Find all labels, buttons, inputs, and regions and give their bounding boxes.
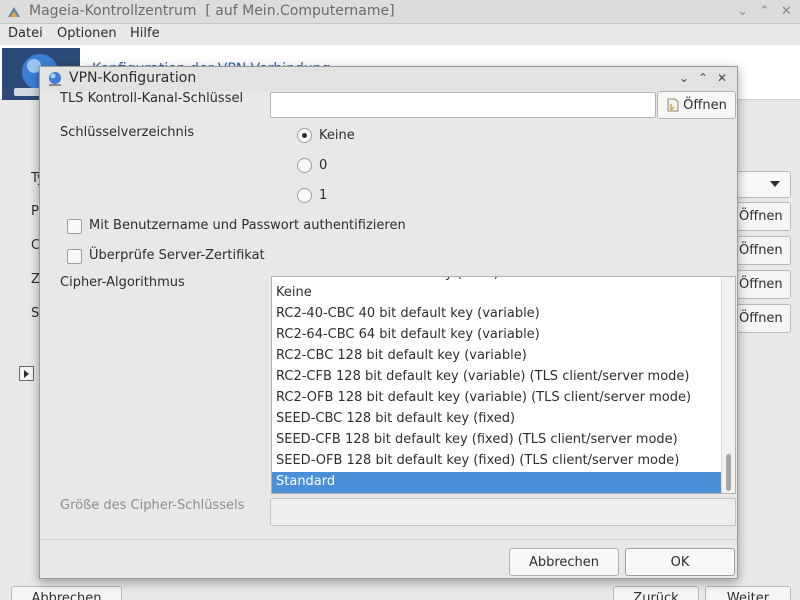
key-dir-radio-0[interactable] [297,158,312,173]
list-item[interactable]: RC2-CFB 128 bit default key (variable) (… [272,367,722,388]
list-item[interactable]: SEED-CFB 128 bit default key (fixed) (TL… [272,430,722,451]
dialog-title: VPN-Konfiguration [69,70,197,86]
list-item-selected[interactable]: Standard [272,472,722,493]
key-dir-option-0: 0 [319,158,328,173]
auth-checkbox-label[interactable]: Mit Benutzername und Passwort authentifi… [89,218,406,233]
cipher-listbox[interactable]: DES-OFB 64 bit default key (fixed) Keine… [271,276,736,494]
close-icon[interactable]: ✕ [779,4,794,19]
main-back-button[interactable]: Zurück [613,586,699,600]
dialog-close-icon[interactable]: ✕ [715,71,729,85]
list-item[interactable]: SEED-CBC 128 bit default key (fixed) [272,409,722,430]
cipher-list-viewport: DES-OFB 64 bit default key (fixed) Keine… [272,277,722,493]
list-item[interactable]: RC2-CBC 128 bit default key (variable) [272,346,722,367]
key-dir-option-keine: Keine [319,128,355,143]
tls-key-input[interactable] [271,93,655,117]
vpn-config-dialog: VPN-Konfiguration ⌄ ⌃ ✕ TLS Kontroll-Kan… [39,66,738,579]
key-size-input [271,499,735,525]
cipher-label: Cipher-Algorithmus [60,275,185,290]
expander-arrow-icon[interactable] [19,366,34,381]
dialog-titlebar: VPN-Konfiguration ⌄ ⌃ ✕ [40,67,737,91]
key-dir-label: Schlüsselverzeichnis [60,125,195,140]
bg-label-p: P [31,204,39,219]
main-window-title: Mageia-Kontrollzentrum [ auf Mein.Comput… [29,3,395,19]
dialog-separator [40,539,737,540]
bg-open-button-1[interactable]: Öffnen [735,202,791,231]
list-item[interactable]: RC2-40-CBC 40 bit default key (variable) [272,304,722,325]
menubar: Datei Optionen Hilfe [0,24,800,45]
dialog-minimize-icon[interactable]: ⌄ [677,71,691,85]
main-titlebar: Mageia-Kontrollzentrum [ auf Mein.Comput… [0,0,800,24]
menu-optionen[interactable]: Optionen [57,26,117,41]
menu-datei[interactable]: Datei [8,26,43,41]
tls-open-button[interactable]: Öffnen [657,91,736,119]
list-item[interactable]: RC2-64-CBC 64 bit default key (variable) [272,325,722,346]
tls-open-label: Öffnen [683,97,727,113]
tls-key-label: TLS Kontroll-Kanal-Schlüssel [60,91,244,106]
bg-open-button-4[interactable]: Öffnen [735,304,791,333]
dialog-maximize-icon[interactable]: ⌃ [696,71,710,85]
verify-cert-label[interactable]: Überprüfe Server-Zertifikat [89,248,265,263]
main-cancel-button[interactable]: Abbrechen [11,586,122,600]
verify-cert-checkbox[interactable] [67,249,82,264]
list-item[interactable]: SEED-OFB 128 bit default key (fixed) (TL… [272,451,722,472]
dropdown-arrow-icon [770,181,780,187]
menu-hilfe[interactable]: Hilfe [130,26,160,41]
vpn-globe-icon [49,72,61,86]
maximize-icon[interactable]: ⌃ [757,4,772,19]
bg-open-button-3[interactable]: Öffnen [735,270,791,299]
key-dir-radio-1[interactable] [297,188,312,203]
dialog-ok-button[interactable]: OK [625,548,735,576]
open-file-icon [667,98,679,112]
cipher-list-scrollbar[interactable] [721,277,735,493]
key-size-field [270,498,736,526]
key-size-label: Größe des Cipher-Schlüssels [60,498,245,513]
key-dir-radio-keine[interactable] [297,128,312,143]
key-dir-option-1: 1 [319,188,328,203]
main-next-button[interactable]: Weiter [705,586,791,600]
scrollbar-thumb[interactable] [726,454,731,491]
bg-open-button-2[interactable]: Öffnen [735,236,791,265]
list-item[interactable]: RC2-OFB 128 bit default key (variable) (… [272,388,722,409]
mageia-app-icon [8,7,20,17]
minimize-icon[interactable]: ⌄ [735,4,750,19]
auth-checkbox[interactable] [67,219,82,234]
tls-key-field[interactable] [270,92,656,118]
dialog-cancel-button[interactable]: Abbrechen [509,548,619,576]
type-combobox[interactable] [735,171,791,198]
list-item[interactable]: Keine [272,283,722,304]
